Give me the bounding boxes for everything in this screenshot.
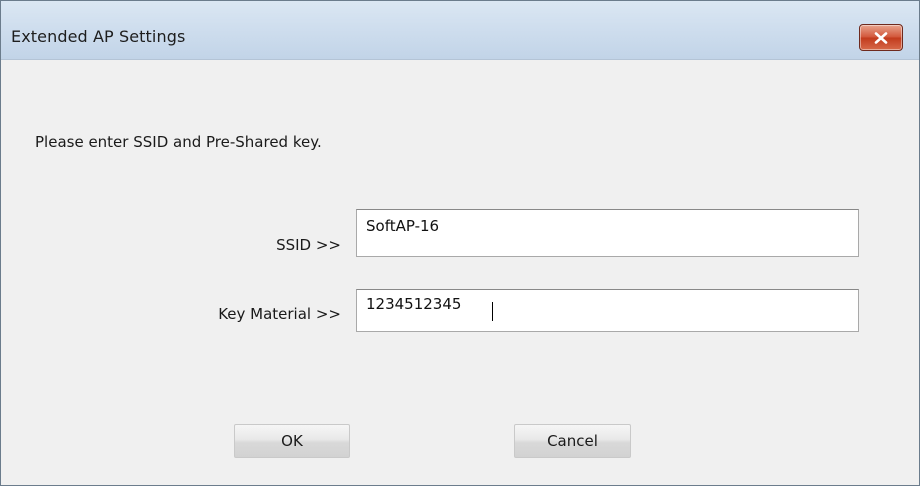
instruction-text: Please enter SSID and Pre-Shared key. [35,133,322,151]
title-bar[interactable]: Extended AP Settings [1,1,919,60]
window-title: Extended AP Settings [11,27,186,46]
dialog-window: Extended AP Settings Please enter SSID a… [0,0,920,486]
close-button[interactable] [859,24,903,51]
key-material-input[interactable] [356,289,859,332]
close-icon [874,31,888,44]
ssid-input[interactable] [356,209,859,257]
cancel-button[interactable]: Cancel [514,424,631,458]
ssid-label: SSID >> [276,236,341,254]
dialog-body: Please enter SSID and Pre-Shared key. SS… [1,60,919,485]
key-material-label: Key Material >> [218,305,341,323]
ok-button[interactable]: OK [234,424,350,458]
text-cursor [492,302,493,321]
